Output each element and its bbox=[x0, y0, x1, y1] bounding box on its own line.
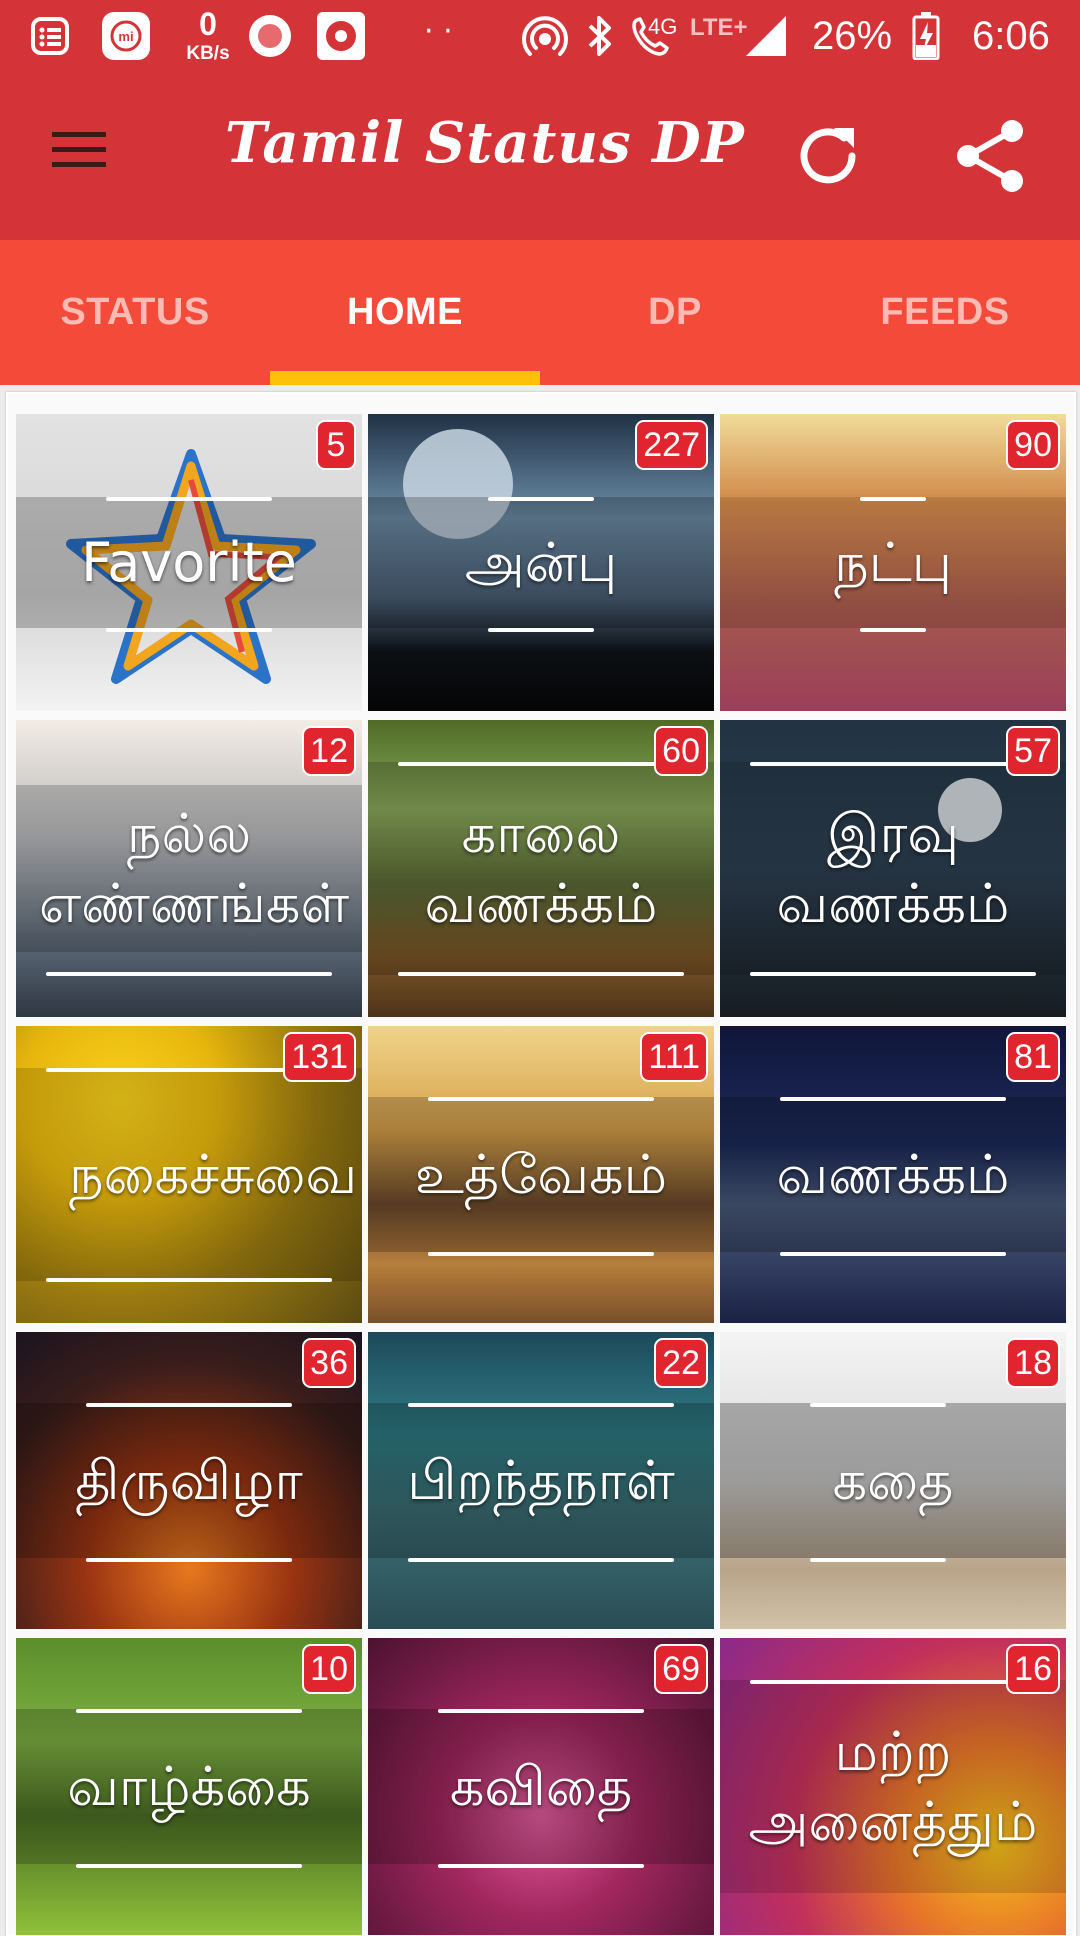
net-speed-value: 0 bbox=[199, 6, 217, 42]
category-label: உத்வேகம் bbox=[414, 1142, 668, 1206]
refresh-icon bbox=[790, 118, 866, 198]
category-label: நல்ல எண்ணங்கள் bbox=[39, 802, 350, 935]
category-label: நகைச்சுவை bbox=[69, 1142, 358, 1206]
category-tile-piranthanaal[interactable]: பிறந்தநாள் 22 bbox=[368, 1332, 714, 1629]
call-tag: 4G bbox=[648, 14, 678, 39]
tab-feeds[interactable]: FEEDS bbox=[810, 240, 1080, 385]
category-label: பிறந்தநாள் bbox=[407, 1448, 675, 1512]
category-label: இரவு வணக்கம் bbox=[776, 802, 1010, 935]
category-tile-nagaichuvai[interactable]: நகைச்சுவை 131 bbox=[16, 1026, 362, 1323]
tab-bar: STATUS HOME DP FEEDS bbox=[0, 240, 1080, 385]
category-label: நட்பு bbox=[834, 530, 952, 594]
count-badge: 12 bbox=[302, 726, 356, 776]
category-label: வணக்கம் bbox=[776, 1142, 1010, 1206]
category-label: வாழ்க்கை bbox=[67, 1754, 311, 1818]
tab-dp[interactable]: DP bbox=[540, 240, 810, 385]
tab-home[interactable]: HOME bbox=[270, 240, 540, 385]
hotspot-icon bbox=[520, 10, 570, 62]
category-tile-kathai[interactable]: கதை 18 bbox=[720, 1332, 1066, 1629]
count-badge: 111 bbox=[640, 1032, 708, 1082]
count-badge: 69 bbox=[654, 1644, 708, 1694]
svg-text:mi: mi bbox=[118, 29, 133, 44]
count-badge: 18 bbox=[1006, 1338, 1060, 1388]
category-tile-iravu-vanakkam[interactable]: இரவு வணக்கம் 57 bbox=[720, 720, 1066, 1017]
signal-icon bbox=[742, 10, 790, 62]
count-badge: 5 bbox=[316, 420, 356, 470]
share-icon bbox=[952, 115, 1030, 201]
battery-charging-icon bbox=[906, 10, 946, 62]
count-badge: 131 bbox=[283, 1032, 356, 1082]
category-label: கவிதை bbox=[449, 1754, 633, 1818]
net-speed-unit: KB/s bbox=[186, 43, 230, 64]
share-button[interactable] bbox=[952, 115, 1030, 197]
category-tile-natpu[interactable]: நட்பு 90 bbox=[720, 414, 1066, 711]
category-tile-vanakkam[interactable]: வணக்கம் 81 bbox=[720, 1026, 1066, 1323]
category-tile-favorite[interactable]: Favorite 5 bbox=[16, 414, 362, 711]
radio-icon bbox=[313, 10, 369, 62]
status-bar: mi 0 KB/s · · 4G LTE+ 26% 6:06 bbox=[0, 0, 1080, 75]
clock: 6:06 bbox=[972, 14, 1050, 58]
app-title: Tamil Status DP bbox=[225, 110, 745, 176]
count-badge: 10 bbox=[302, 1644, 356, 1694]
tab-status[interactable]: STATUS bbox=[0, 240, 270, 385]
net-speed: 0 KB/s bbox=[178, 8, 238, 63]
count-badge: 16 bbox=[1006, 1644, 1060, 1694]
category-label: காலை வணக்கம் bbox=[424, 802, 658, 935]
bluetooth-icon bbox=[582, 10, 618, 62]
count-badge: 81 bbox=[1006, 1032, 1060, 1082]
category-grid: Favorite 5 அன்பு 227 நட்பு 90 நல்ல எண்ணங… bbox=[6, 392, 1076, 1936]
count-badge: 227 bbox=[635, 420, 708, 470]
category-tile-nalla-ennangal[interactable]: நல்ல எண்ணங்கள் 12 bbox=[16, 720, 362, 1017]
record-icon bbox=[245, 10, 295, 62]
category-label: Favorite bbox=[81, 530, 297, 594]
category-label: திருவிழா bbox=[75, 1448, 303, 1512]
mi-icon: mi bbox=[98, 10, 154, 62]
notification-list-icon bbox=[22, 10, 78, 62]
count-badge: 57 bbox=[1006, 726, 1060, 776]
category-tile-anbu[interactable]: அன்பு 227 bbox=[368, 414, 714, 711]
tab-indicator bbox=[270, 371, 540, 385]
category-label: அன்பு bbox=[464, 530, 618, 594]
battery-percent: 26% bbox=[812, 14, 893, 58]
category-tile-uthvegam[interactable]: உத்வேகம் 111 bbox=[368, 1026, 714, 1323]
refresh-button[interactable] bbox=[790, 118, 866, 194]
category-tile-kavithai[interactable]: கவிதை 69 bbox=[368, 1638, 714, 1935]
menu-button[interactable] bbox=[50, 128, 118, 184]
network-type: LTE+ bbox=[690, 14, 748, 41]
category-label: கதை bbox=[832, 1448, 954, 1512]
category-tile-thiruvizha[interactable]: திருவிழா 36 bbox=[16, 1332, 362, 1629]
category-label: மற்ற அனைத்தும் bbox=[748, 1720, 1038, 1853]
count-badge: 36 bbox=[302, 1338, 356, 1388]
category-tile-kaalai-vanakkam[interactable]: காலை வணக்கம் 60 bbox=[368, 720, 714, 1017]
count-badge: 22 bbox=[654, 1338, 708, 1388]
category-tile-vaazhkkai[interactable]: வாழ்க்கை 10 bbox=[16, 1638, 362, 1935]
status-dots: · · bbox=[424, 14, 453, 49]
category-tile-matra-anaithum[interactable]: மற்ற அனைத்தும் 16 bbox=[720, 1638, 1066, 1935]
count-badge: 90 bbox=[1006, 420, 1060, 470]
menu-icon bbox=[50, 128, 118, 176]
count-badge: 60 bbox=[654, 726, 708, 776]
